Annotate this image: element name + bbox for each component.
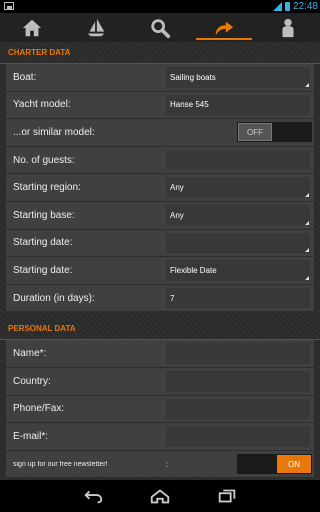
guests-row: No. of guests: (6, 147, 314, 175)
status-clock: 22:48 (292, 1, 318, 12)
starting-region-row: Starting region: Any (6, 174, 314, 202)
starting-base-row: Starting base: Any (6, 202, 314, 230)
similar-model-toggle[interactable]: OFF (237, 122, 312, 143)
tab-person[interactable] (256, 13, 320, 42)
starting-date-row: Starting date: (6, 230, 314, 258)
back-icon[interactable] (82, 487, 104, 505)
status-bar: 22:48 (0, 0, 320, 13)
home-icon (22, 19, 42, 36)
starting-region-select[interactable]: Any (166, 177, 310, 198)
system-nav-bar (0, 480, 320, 512)
newsletter-toggle[interactable]: ON (237, 454, 312, 475)
person-icon (282, 18, 294, 37)
boat-row: Boat: Sailing boats (6, 64, 314, 92)
sailboat-icon (87, 18, 105, 36)
charter-section-title: CHARTER DATA (0, 42, 320, 64)
tab-share[interactable] (192, 13, 256, 42)
date-flexibility-row: Starting date: Flexible Date (6, 257, 314, 285)
tab-home[interactable] (0, 13, 64, 42)
duration-field[interactable]: 7 (166, 287, 310, 309)
starting-base-select[interactable]: Any (166, 204, 310, 226)
battery-icon (284, 2, 290, 11)
country-row: Country: (6, 368, 314, 396)
date-flexibility-label: Starting date: (13, 264, 73, 276)
similar-model-row: ...or similar model: OFF (6, 119, 314, 147)
starting-date-label: Starting date: (13, 237, 73, 249)
country-field[interactable] (166, 370, 310, 392)
personal-form: Name*: Country: Phone/Fax: E-mail*: sign… (6, 340, 314, 479)
email-row: E-mail*: (6, 423, 314, 451)
home-button-icon[interactable] (149, 487, 171, 505)
starting-region-label: Starting region: (13, 182, 81, 194)
email-label: E-mail*: (13, 430, 49, 442)
email-field[interactable] (166, 426, 310, 447)
newsletter-colon: : (166, 459, 169, 469)
starting-base-label: Starting base: (13, 209, 75, 221)
duration-row: Duration (in days): 7 (6, 285, 314, 313)
notification-image-icon (4, 2, 14, 10)
top-nav-bar (0, 13, 320, 42)
starting-date-select[interactable] (166, 232, 310, 254)
yacht-model-label: Yacht model: (13, 99, 71, 111)
newsletter-toggle-text: ON (277, 455, 311, 474)
name-field[interactable] (166, 343, 310, 364)
personal-section-title: PERSONAL DATA (0, 318, 320, 341)
guests-field[interactable] (166, 149, 310, 171)
yacht-model-field[interactable]: Hanse 545 (166, 94, 310, 116)
boat-label: Boat: (13, 71, 37, 83)
phone-row: Phone/Fax: (6, 396, 314, 424)
tab-sailboat[interactable] (64, 13, 128, 42)
newsletter-label: sign up for our free newsletter! (13, 460, 108, 468)
guests-label: No. of guests: (13, 154, 75, 166)
newsletter-row: sign up for our free newsletter! : ON (6, 451, 314, 479)
signal-icon (272, 2, 282, 11)
date-flexibility-select[interactable]: Flexible Date (166, 260, 310, 281)
phone-field[interactable] (166, 398, 310, 420)
recent-apps-icon[interactable] (216, 487, 238, 505)
yacht-model-row: Yacht model: Hanse 545 (6, 92, 314, 120)
phone-label: Phone/Fax: (13, 403, 65, 415)
duration-label: Duration (in days): (13, 292, 95, 304)
country-label: Country: (13, 375, 51, 387)
tab-search[interactable] (128, 13, 192, 42)
search-icon (151, 18, 171, 38)
similar-model-toggle-text: OFF (238, 123, 272, 142)
name-row: Name*: (6, 340, 314, 368)
share-arrow-icon (215, 21, 234, 35)
similar-model-label: ...or similar model: (13, 126, 95, 138)
charter-form: Boat: Sailing boats Yacht model: Hanse 5… (6, 64, 314, 313)
form-content: CHARTER DATA Boat: Sailing boats Yacht m… (0, 42, 320, 480)
name-label: Name*: (13, 348, 47, 360)
boat-select[interactable]: Sailing boats (166, 67, 310, 88)
